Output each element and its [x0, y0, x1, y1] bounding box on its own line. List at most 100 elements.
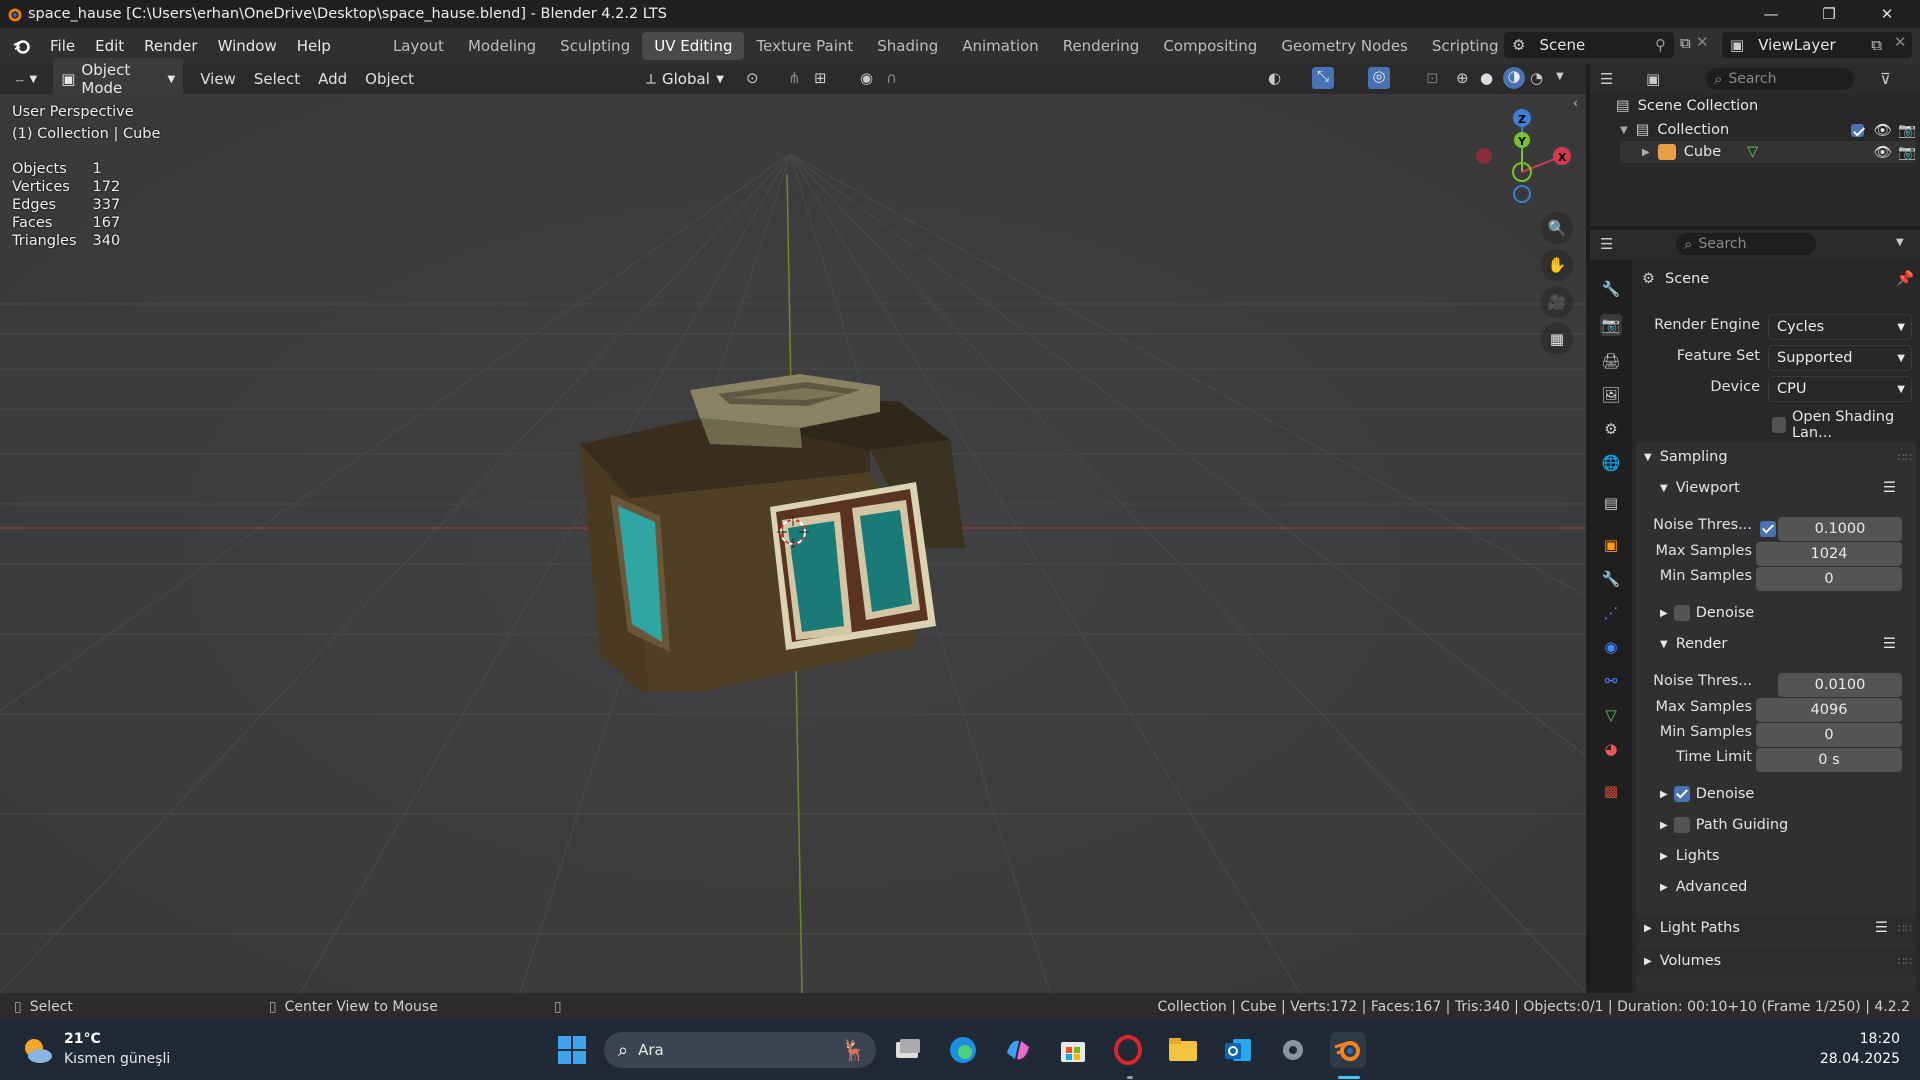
device-dropdown[interactable]: CPU ▼: [1768, 376, 1912, 402]
viewport-min-samples-field[interactable]: 0: [1756, 567, 1902, 591]
material-preview-icon[interactable]: ◑: [1503, 67, 1525, 89]
light-paths-header[interactable]: ▶ Light Paths ☰ ∷∷: [1644, 920, 1912, 936]
editor-type-button[interactable]: ⧿ ▼: [8, 67, 46, 91]
time-limit-field[interactable]: 0 s: [1756, 748, 1902, 772]
3d-viewport[interactable]: User Perspective (1) Collection | Cube O…: [0, 94, 1586, 993]
constraints-tab-icon[interactable]: ⚯: [1600, 670, 1622, 692]
pivot-point-icon[interactable]: ⊙: [746, 69, 759, 87]
render-engine-dropdown[interactable]: Cycles ▼: [1768, 314, 1912, 340]
render-min-samples-field[interactable]: 0: [1756, 723, 1902, 747]
rendered-shading-icon[interactable]: ◔: [1530, 69, 1543, 87]
collection-exclude-checkbox[interactable]: [1850, 123, 1864, 137]
task-view-icon[interactable]: [890, 1032, 926, 1068]
xray-icon[interactable]: ⊡: [1426, 69, 1439, 87]
chevron-down-icon[interactable]: ▼: [1896, 237, 1904, 248]
osl-checkbox-row[interactable]: Open Shading Lan...: [1772, 409, 1920, 441]
eye-icon[interactable]: 👁: [1874, 122, 1892, 139]
copilot-icon[interactable]: [1000, 1032, 1036, 1068]
menu-file[interactable]: File: [40, 37, 85, 55]
new-scene-icon[interactable]: ⧉: [1680, 34, 1691, 52]
viewport-subpanel-header[interactable]: ▼ Viewport ☰: [1660, 480, 1912, 496]
minimize-button[interactable]: —: [1742, 0, 1800, 28]
outliner-scene-collection[interactable]: ▤ Scene Collection: [1616, 98, 1758, 114]
feature-set-dropdown[interactable]: Supported ▼: [1768, 345, 1912, 371]
snap-target-icon[interactable]: ⊞: [814, 69, 827, 87]
tab-scripting[interactable]: Scripting: [1420, 32, 1511, 60]
advanced-subpanel-header[interactable]: ▶ Advanced: [1660, 879, 1747, 895]
tab-uv-editing[interactable]: UV Editing: [642, 32, 745, 60]
pin-icon[interactable]: ⚲: [1655, 36, 1666, 54]
modifier-tab-icon[interactable]: 🔧: [1600, 568, 1622, 590]
blender-taskbar-icon[interactable]: [1330, 1032, 1366, 1068]
scene-tab-icon[interactable]: ⚙: [1600, 418, 1622, 440]
viewport-noise-checkbox[interactable]: [1760, 521, 1776, 537]
sidebar-toggle-icon[interactable]: ‹: [1573, 96, 1578, 110]
ortho-toggle-icon[interactable]: ▦: [1541, 323, 1573, 355]
shading-options-icon[interactable]: ▼: [1556, 71, 1564, 82]
close-window-button[interactable]: ✕: [1858, 0, 1916, 28]
camera-view-icon[interactable]: 🎥: [1541, 286, 1573, 318]
clock-date[interactable]: 28.04.2025: [1800, 1051, 1900, 1067]
maximize-button[interactable]: ❐: [1800, 0, 1858, 28]
zoom-icon[interactable]: 🔍: [1541, 212, 1573, 244]
falloff-icon[interactable]: ∩: [886, 69, 897, 87]
properties-search-input[interactable]: ⌕ Search: [1676, 233, 1816, 255]
camera-icon[interactable]: 📷: [1898, 122, 1916, 139]
menu-object[interactable]: Object: [356, 70, 423, 88]
texture-tab-icon[interactable]: ▩: [1600, 780, 1622, 802]
sampling-header[interactable]: ▼ Sampling ∷∷: [1644, 449, 1912, 465]
wireframe-shading-icon[interactable]: ⊕: [1456, 69, 1469, 87]
filter-icon[interactable]: ⊽: [1880, 70, 1891, 88]
transform-orientation-selector[interactable]: ⟂ Global ▼: [638, 67, 732, 91]
menu-view[interactable]: View: [191, 70, 245, 88]
osl-checkbox[interactable]: [1772, 417, 1786, 433]
render-subpanel-header[interactable]: ▼ Render ☰: [1660, 636, 1912, 652]
object-tab-icon[interactable]: ▣: [1600, 534, 1622, 556]
outliner-collection[interactable]: ▼ ▤ Collection 👁 📷: [1620, 119, 1916, 141]
weather-icon[interactable]: [20, 1034, 54, 1068]
volumes-header[interactable]: ▶ Volumes ∷∷: [1644, 953, 1912, 969]
pan-hand-icon[interactable]: ✋: [1541, 249, 1573, 281]
delete-scene-icon[interactable]: ✕: [1696, 33, 1709, 51]
world-tab-icon[interactable]: 🌐: [1600, 452, 1622, 474]
chevron-right-icon[interactable]: ▶: [1642, 147, 1650, 158]
outlook-icon[interactable]: [1220, 1032, 1256, 1068]
viewport-noise-field[interactable]: 0.1000: [1778, 517, 1902, 541]
render-denoise-row[interactable]: ▶ Denoise: [1660, 786, 1754, 802]
camera-icon[interactable]: 📷: [1898, 144, 1916, 161]
windows-start-icon[interactable]: [554, 1032, 590, 1068]
opera-browser-icon[interactable]: [1110, 1032, 1146, 1068]
menu-select[interactable]: Select: [245, 70, 309, 88]
taskbar-search-box[interactable]: ⌕ Ara 🦌: [604, 1032, 876, 1068]
edge-browser-icon[interactable]: [945, 1032, 981, 1068]
settings-icon[interactable]: [1275, 1032, 1311, 1068]
path-guiding-checkbox[interactable]: [1673, 817, 1690, 833]
view-layer-tab-icon[interactable]: 🖼: [1600, 384, 1622, 406]
3d-cursor-icon[interactable]: [775, 514, 811, 550]
physics-tab-icon[interactable]: ◉: [1600, 636, 1622, 658]
navigation-gizmo[interactable]: Z Y X: [1470, 94, 1580, 204]
new-view-layer-icon[interactable]: ⧉: [1871, 36, 1882, 54]
menu-render[interactable]: Render: [134, 37, 207, 55]
collection-tab-icon[interactable]: ▤: [1600, 492, 1622, 514]
render-tab-icon[interactable]: 📷: [1600, 314, 1622, 336]
overlay-toggle-icon[interactable]: ◎: [1368, 67, 1390, 89]
snap-icon[interactable]: ⋔: [788, 69, 801, 87]
tab-modeling[interactable]: Modeling: [456, 32, 548, 60]
viewport-max-samples-field[interactable]: 1024: [1756, 542, 1902, 566]
eye-icon[interactable]: 👁: [1874, 144, 1892, 161]
path-guiding-row[interactable]: ▶ Path Guiding: [1660, 817, 1788, 833]
menu-window[interactable]: Window: [208, 37, 287, 55]
pin-icon[interactable]: 📌: [1896, 270, 1914, 287]
menu-help[interactable]: Help: [287, 37, 341, 55]
chevron-down-icon[interactable]: ▼: [1620, 125, 1628, 136]
tab-compositing[interactable]: Compositing: [1151, 32, 1269, 60]
visibility-icon[interactable]: ◐: [1268, 69, 1281, 87]
outliner-type-icon[interactable]: ☰: [1600, 70, 1613, 88]
microsoft-store-icon[interactable]: [1055, 1032, 1091, 1068]
gizmo-toggle-icon[interactable]: ⤡: [1312, 67, 1334, 89]
proportional-edit-icon[interactable]: ◉: [860, 69, 873, 87]
clock-time[interactable]: 18:20: [1820, 1031, 1900, 1047]
render-noise-field[interactable]: 0.0100: [1778, 673, 1902, 697]
render-max-samples-field[interactable]: 4096: [1756, 698, 1902, 722]
